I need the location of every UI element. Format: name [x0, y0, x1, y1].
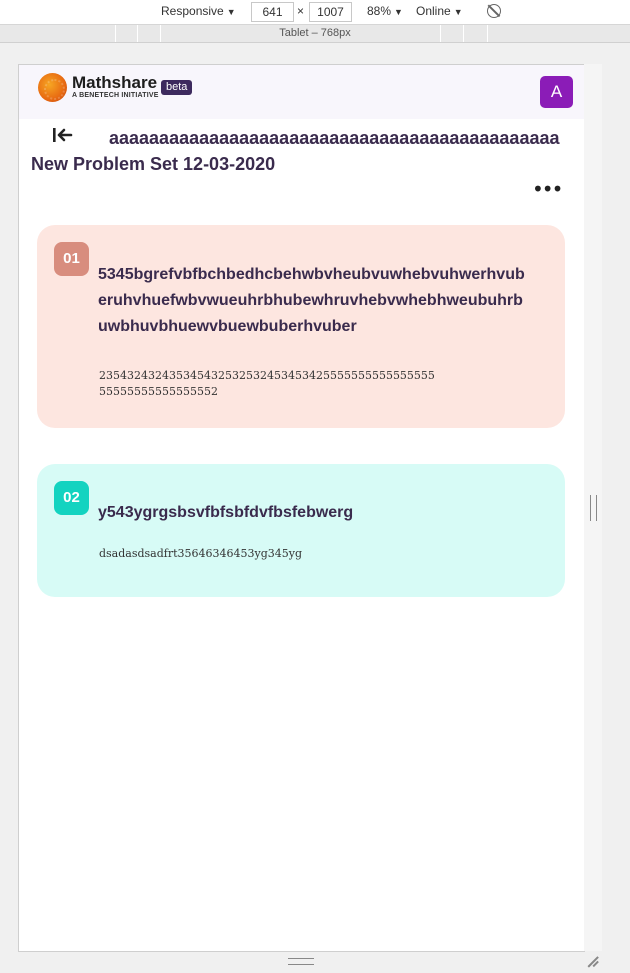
problem-title: 5345bgrefvbfbchbedhcbehwbvheubvuwhebvuhw…: [98, 266, 525, 335]
zoom-select-label: 88%: [367, 4, 392, 18]
viewport-width-input[interactable]: 641: [251, 2, 294, 22]
problem-body: 2354324324353454325325324534534255555555…: [99, 369, 435, 398]
user-avatar-button[interactable]: A: [540, 76, 573, 108]
app-header: Mathshare A BENETECH INITIATIVE beta A: [19, 65, 584, 119]
media-query-bar: Tablet – 768px: [0, 25, 630, 43]
network-select[interactable]: Online ▼: [416, 4, 463, 18]
beta-badge: beta: [161, 80, 193, 95]
brand-subtitle: A BENETECH INITIATIVE: [72, 92, 159, 99]
mathshare-logo-icon[interactable]: [38, 73, 67, 102]
page-viewport: Mathshare A BENETECH INITIATIVE beta A a…: [18, 64, 585, 952]
problem-title: y543ygrgsbsvfbfsbfdvfbsfebwerg: [98, 504, 354, 521]
chevron-down-icon: ▼: [453, 7, 463, 17]
viewport-height-input[interactable]: 1007: [309, 2, 352, 22]
problem-number-badge: 02: [54, 481, 89, 515]
resize-handle-bottom[interactable]: [288, 958, 314, 965]
problem-card[interactable]: 02 y543ygrgsbsvfbfsbfdvfbsfebwerg dsadas…: [37, 464, 565, 597]
rotate-icon[interactable]: [487, 4, 501, 18]
media-query-label: Tablet – 768px: [279, 27, 351, 39]
network-select-label: Online: [416, 4, 451, 18]
problem-body: dsadasdsadfrt35646346453yg345yg: [99, 547, 303, 560]
device-select[interactable]: Responsive ▼: [161, 4, 236, 18]
zoom-select[interactable]: 88% ▼: [367, 4, 403, 18]
brand-name[interactable]: Mathshare: [72, 73, 157, 93]
devtools-toolbar: Responsive ▼ 641 × 1007 88% ▼ Online ▼: [0, 0, 630, 25]
problem-set-title: aaaaaaaaaaaaaaaaaaaaaaaaaaaaaaaaaaaaaaaa…: [31, 128, 560, 174]
problem-number-badge: 01: [54, 242, 89, 276]
chevron-down-icon: ▼: [226, 7, 236, 17]
resize-handle-corner[interactable]: [586, 955, 598, 967]
problem-card[interactable]: 01 5345bgrefvbfbchbedhcbehwbvheubvuwhebv…: [37, 225, 565, 428]
dimension-separator: ×: [297, 4, 305, 18]
more-options-icon[interactable]: •••: [532, 179, 563, 199]
chevron-down-icon: ▼: [394, 7, 403, 17]
device-select-label: Responsive: [161, 4, 224, 18]
resize-handle-right[interactable]: [590, 495, 597, 521]
